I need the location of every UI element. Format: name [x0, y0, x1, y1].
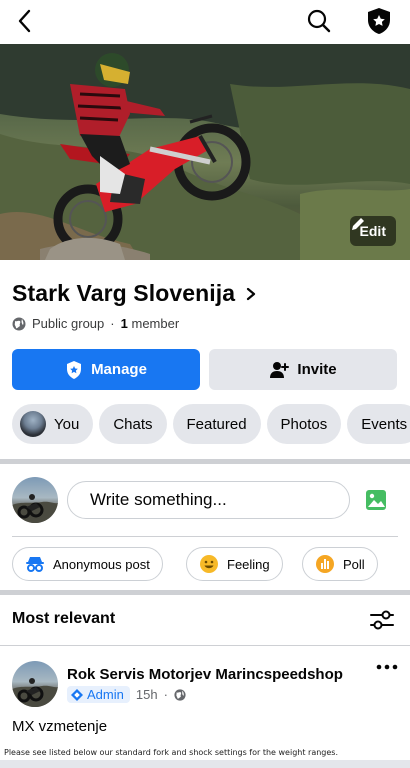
member-count: 1 — [120, 316, 128, 331]
write-something-input[interactable]: Write something... — [67, 481, 350, 519]
avatar — [20, 411, 46, 437]
tab-label: Photos — [280, 415, 328, 433]
group-privacy: Public group — [32, 316, 105, 331]
globe-icon — [174, 688, 186, 701]
divider — [12, 536, 398, 537]
search-icon[interactable] — [306, 8, 332, 34]
section-divider — [0, 590, 410, 595]
tab-you[interactable]: You — [12, 404, 94, 444]
feeling-label: Feeling — [227, 556, 270, 572]
post-author-avatar[interactable] — [12, 661, 58, 707]
meta-separator: · — [163, 687, 168, 702]
admin-badge: Admin — [67, 686, 130, 703]
anonymous-post-label: Anonymous post — [53, 556, 150, 572]
edit-cover-button[interactable]: Edit — [349, 216, 396, 246]
composer-avatar[interactable] — [12, 477, 58, 523]
globe-icon — [12, 317, 26, 330]
manage-button[interactable]: Manage — [12, 349, 200, 390]
chevron-right-icon — [247, 287, 256, 300]
filter-sliders-icon[interactable] — [369, 609, 395, 631]
divider — [0, 645, 410, 646]
feeling-button[interactable]: Feeling — [186, 547, 283, 581]
post-text: MX vzmetenje — [12, 718, 108, 735]
cover-photo[interactable]: Edit — [0, 44, 410, 260]
attachment-strip — [0, 760, 410, 768]
group-meta: Public group · 1 member — [12, 316, 179, 331]
tab-featured[interactable]: Featured — [172, 404, 261, 444]
group-name: Stark Varg Slovenija — [12, 280, 236, 306]
more-options-icon[interactable] — [375, 663, 399, 671]
anonymous-icon — [26, 557, 44, 572]
manage-label: Manage — [91, 361, 147, 378]
group-tabs: You Chats Featured Photos Events — [12, 404, 410, 444]
post-attachment-preview[interactable]: Please see listed below our standard for… — [4, 748, 406, 757]
poll-button[interactable]: Poll — [302, 547, 378, 581]
tab-label: Chats — [113, 415, 153, 433]
sort-most-relevant[interactable]: Most relevant — [12, 610, 115, 628]
photo-icon[interactable] — [365, 488, 387, 512]
back-arrow-icon[interactable] — [14, 8, 38, 34]
anonymous-post-button[interactable]: Anonymous post — [12, 547, 163, 581]
shield-star-icon — [67, 360, 82, 379]
top-bar — [0, 0, 410, 44]
pencil-icon — [351, 218, 364, 230]
poll-icon — [316, 555, 334, 573]
tab-label: Featured — [186, 415, 247, 433]
admin-diamond-icon — [71, 688, 83, 701]
cover-image — [0, 44, 410, 260]
avatar-image — [12, 494, 58, 523]
invite-label: Invite — [297, 361, 337, 378]
admin-label: Admin — [87, 687, 124, 702]
section-divider — [0, 459, 410, 464]
invite-button[interactable]: Invite — [209, 349, 397, 390]
admin-shield-icon[interactable] — [365, 6, 393, 36]
avatar-image — [12, 678, 58, 707]
group-title-row[interactable]: Stark Varg Slovenija — [12, 280, 257, 307]
tab-chats[interactable]: Chats — [99, 404, 167, 444]
tab-photos[interactable]: Photos — [266, 404, 342, 444]
post-meta: Admin 15h · — [67, 686, 186, 703]
add-person-icon — [270, 361, 290, 378]
member-label: member — [131, 316, 180, 331]
tab-label: You — [54, 415, 80, 433]
post-author-name[interactable]: Rok Servis Motorjev Marincspeedshop — [67, 666, 343, 683]
post-time[interactable]: 15h — [136, 687, 158, 702]
meta-separator: · — [110, 316, 115, 331]
tab-label: Events — [361, 415, 408, 433]
tab-events[interactable]: Events — [347, 404, 410, 444]
feeling-emoji-icon — [200, 555, 218, 573]
poll-label: Poll — [343, 556, 365, 572]
member-count-wrap[interactable]: 1 member — [121, 316, 180, 331]
